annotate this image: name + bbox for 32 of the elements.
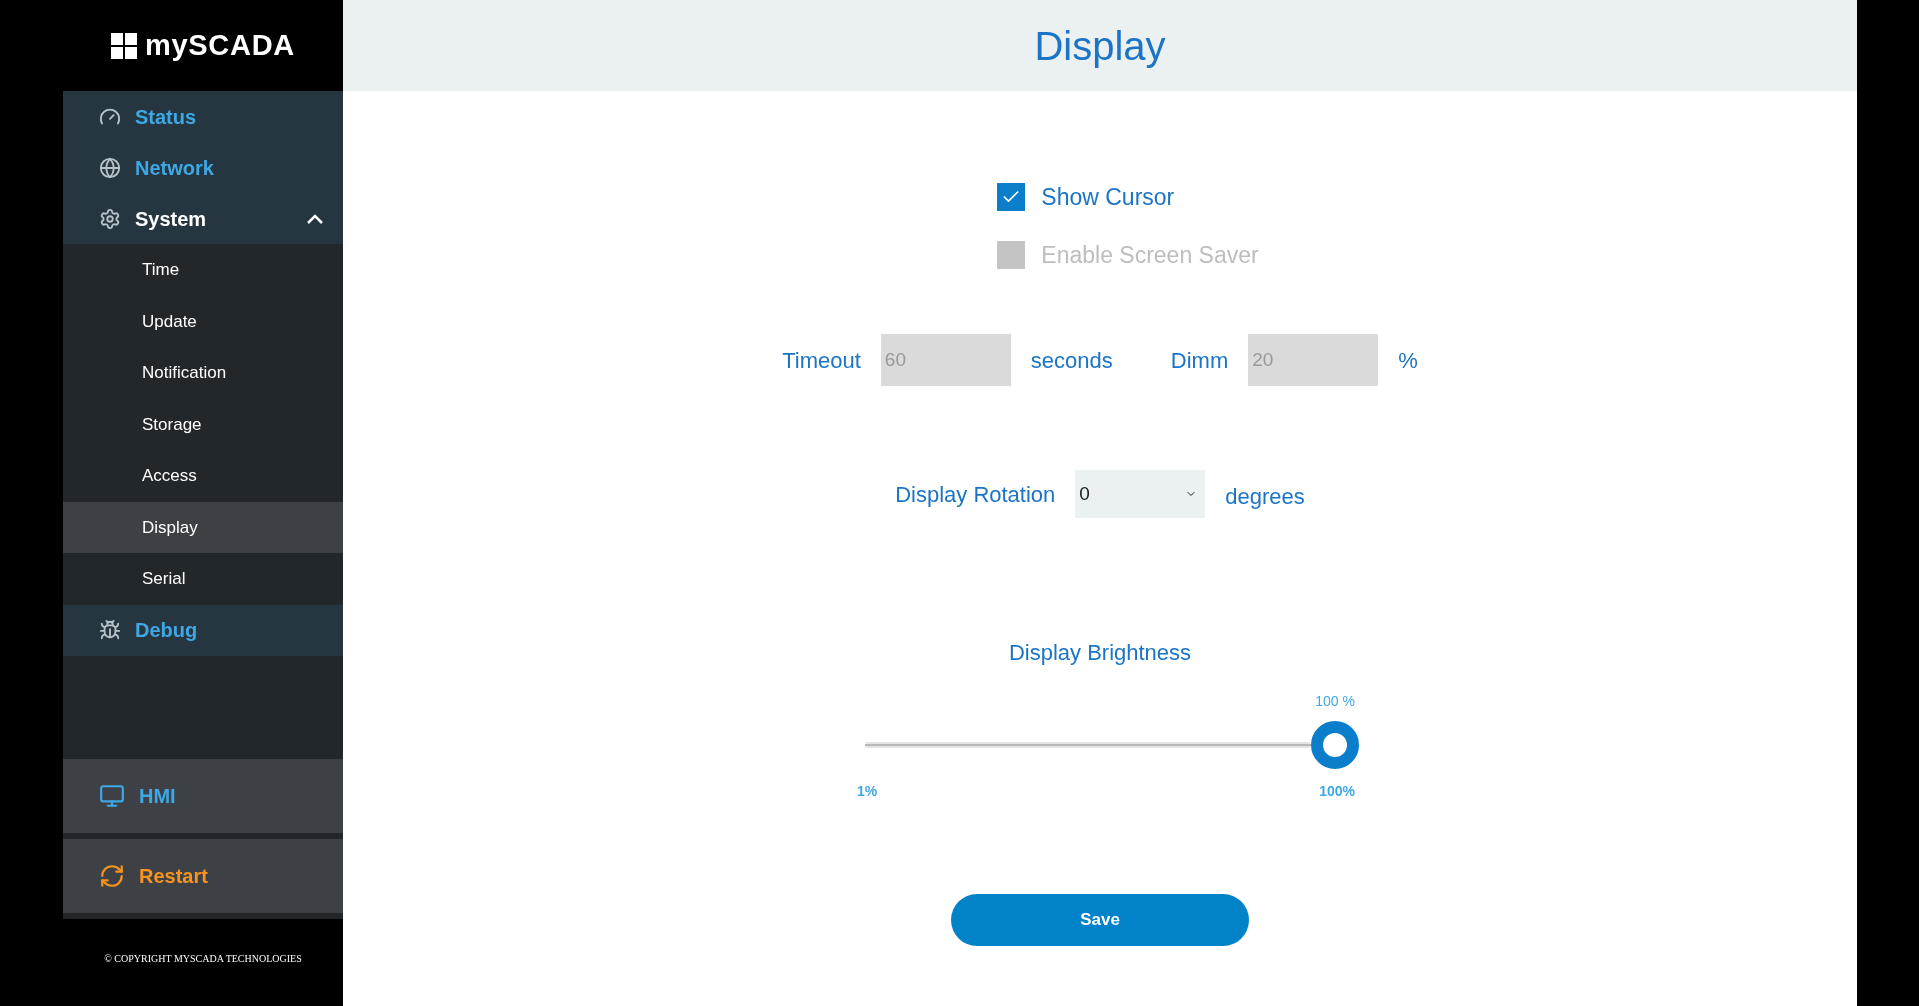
hmi-button[interactable]: HMI bbox=[63, 758, 343, 833]
checkbox[interactable] bbox=[997, 183, 1026, 212]
copyright-text: © COPYRIGHT MYSCADA TECHNOLOGIES bbox=[104, 951, 302, 966]
field-label: Display Rotation bbox=[895, 480, 1056, 509]
monitor-icon bbox=[99, 782, 125, 809]
logo-text: mySCADA bbox=[144, 27, 296, 63]
slider-thumb[interactable] bbox=[1311, 721, 1359, 769]
nav-item[interactable]: Debug bbox=[63, 604, 343, 656]
chevron-up-icon bbox=[307, 213, 323, 224]
globe-icon bbox=[99, 156, 121, 179]
settings-icon bbox=[99, 207, 121, 230]
section-title: Display Brightness bbox=[1008, 639, 1192, 667]
nav-subitem[interactable]: Display bbox=[63, 501, 343, 553]
slider-min-label: 1% bbox=[857, 782, 878, 801]
page-title: Display bbox=[1034, 22, 1166, 70]
refresh-icon bbox=[99, 862, 125, 889]
rotation-select[interactable]: 0 bbox=[1075, 470, 1206, 518]
nav-item[interactable]: Status bbox=[63, 91, 343, 142]
unit-label: % bbox=[1398, 346, 1418, 375]
field-label: Timeout bbox=[782, 346, 861, 375]
nav-item[interactable]: Network bbox=[63, 142, 343, 193]
slider-max-label: 100% bbox=[1319, 782, 1355, 801]
restart-button[interactable]: Restart bbox=[63, 838, 343, 913]
slider-value-label: 100 % bbox=[1315, 692, 1355, 711]
field-label: Dimm bbox=[1170, 346, 1229, 375]
nav-item[interactable]: System bbox=[63, 193, 343, 244]
checkbox-option[interactable]: Show Cursor bbox=[997, 180, 1259, 215]
unit-label: seconds bbox=[1030, 346, 1113, 375]
logo-icon bbox=[110, 32, 137, 59]
save-button[interactable]: Save bbox=[951, 894, 1249, 946]
unit-label: degrees bbox=[1225, 482, 1305, 511]
bug-icon bbox=[99, 619, 121, 641]
